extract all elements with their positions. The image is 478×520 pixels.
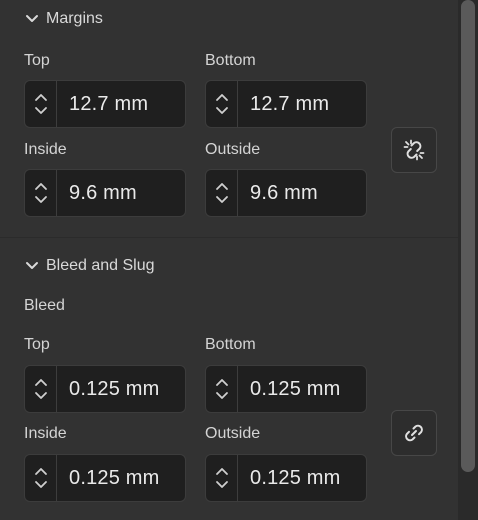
margin-top-field[interactable]: 12.7 mm xyxy=(24,80,186,128)
bleed-inside-value[interactable]: 0.125 mm xyxy=(57,467,160,490)
section-divider xyxy=(0,237,458,238)
margin-outside-value[interactable]: 9.6 mm xyxy=(238,182,318,205)
bleed-inside-stepper[interactable] xyxy=(25,455,57,501)
chevron-down-icon[interactable] xyxy=(215,480,229,490)
chevron-up-icon[interactable] xyxy=(215,466,229,476)
chevron-down-icon xyxy=(26,15,38,22)
margins-section-header[interactable]: Margins xyxy=(24,10,103,28)
chevron-up-icon[interactable] xyxy=(215,377,229,387)
chevron-up-icon[interactable] xyxy=(215,92,229,102)
document-setup-panel: Margins Top Bottom 12.7 mm 12.7 mm Insid… xyxy=(0,0,458,520)
margin-bottom-value[interactable]: 12.7 mm xyxy=(238,93,329,116)
bleed-outside-field[interactable]: 0.125 mm xyxy=(205,454,367,502)
margin-inside-value[interactable]: 9.6 mm xyxy=(57,182,137,205)
chevron-down-icon[interactable] xyxy=(34,195,48,205)
bleed-inside-field[interactable]: 0.125 mm xyxy=(24,454,186,502)
bleed-bottom-stepper[interactable] xyxy=(206,366,238,412)
margin-outside-field[interactable]: 9.6 mm xyxy=(205,169,367,217)
margin-inside-stepper[interactable] xyxy=(25,170,57,216)
bleed-bottom-field[interactable]: 0.125 mm xyxy=(205,365,367,413)
bleed-bottom-label: Bottom xyxy=(205,336,256,353)
bleed-outside-stepper[interactable] xyxy=(206,455,238,501)
margin-bottom-field[interactable]: 12.7 mm xyxy=(205,80,367,128)
chevron-up-icon[interactable] xyxy=(34,181,48,191)
chevron-down-icon[interactable] xyxy=(215,391,229,401)
margin-bottom-label: Bottom xyxy=(205,52,256,69)
bleed-label: Bleed xyxy=(24,297,65,314)
margins-section-title: Margins xyxy=(46,10,103,27)
margin-outside-label: Outside xyxy=(205,141,261,158)
margin-top-stepper[interactable] xyxy=(25,81,57,127)
chevron-down-icon xyxy=(26,262,38,269)
bleed-top-field[interactable]: 0.125 mm xyxy=(24,365,186,413)
unlink-icon xyxy=(403,139,425,161)
bleed-slug-section-title: Bleed and Slug xyxy=(46,257,155,274)
bleed-bottom-value[interactable]: 0.125 mm xyxy=(238,378,341,401)
chevron-down-icon[interactable] xyxy=(34,480,48,490)
scrollbar-thumb[interactable] xyxy=(461,0,475,472)
bleed-top-value[interactable]: 0.125 mm xyxy=(57,378,160,401)
chevron-up-icon[interactable] xyxy=(215,181,229,191)
bleed-link-toggle-button[interactable] xyxy=(391,410,437,456)
bleed-slug-section-header[interactable]: Bleed and Slug xyxy=(24,257,155,275)
chevron-up-icon[interactable] xyxy=(34,377,48,387)
chevron-down-icon[interactable] xyxy=(34,391,48,401)
link-icon xyxy=(405,424,423,442)
margin-outside-stepper[interactable] xyxy=(206,170,238,216)
chevron-down-icon[interactable] xyxy=(215,195,229,205)
bleed-top-label: Top xyxy=(24,336,50,353)
chevron-down-icon[interactable] xyxy=(34,106,48,116)
margin-top-value[interactable]: 12.7 mm xyxy=(57,93,148,116)
bleed-outside-label: Outside xyxy=(205,425,261,442)
bleed-top-stepper[interactable] xyxy=(25,366,57,412)
margin-inside-field[interactable]: 9.6 mm xyxy=(24,169,186,217)
chevron-up-icon[interactable] xyxy=(34,92,48,102)
margin-inside-label: Inside xyxy=(24,141,67,158)
chevron-up-icon[interactable] xyxy=(34,466,48,476)
margin-top-label: Top xyxy=(24,52,50,69)
bleed-inside-label: Inside xyxy=(24,425,67,442)
chevron-down-icon[interactable] xyxy=(215,106,229,116)
margin-bottom-stepper[interactable] xyxy=(206,81,238,127)
bleed-outside-value[interactable]: 0.125 mm xyxy=(238,467,341,490)
margins-link-toggle-button[interactable] xyxy=(391,127,437,173)
